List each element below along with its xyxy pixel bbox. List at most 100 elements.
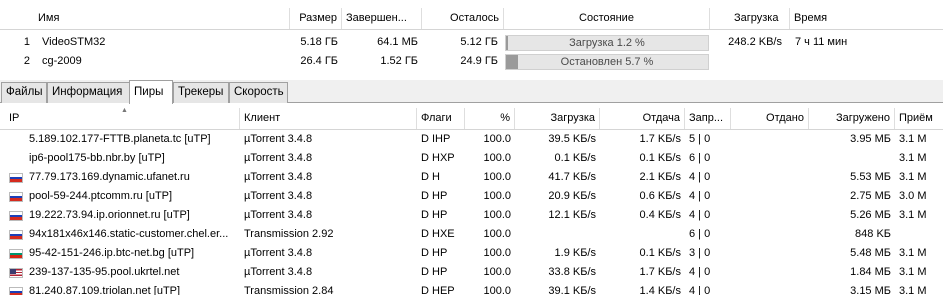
torrent-list-header: Имя Размер Завершен... Осталось Состояни… xyxy=(0,8,943,30)
peer-sent xyxy=(731,168,809,187)
peer-flags: D HP xyxy=(421,209,448,221)
country-flag-ru-icon xyxy=(9,173,23,183)
col-header-ip[interactable]: ▲ IP xyxy=(5,108,240,129)
peer-row[interactable]: 19.222.73.94.ip.orionnet.ru [uTP] µTorren… xyxy=(0,206,943,225)
peer-received: 1.84 МБ xyxy=(850,266,891,278)
torrent-size: 26.4 ГБ xyxy=(300,55,338,67)
peer-flags: D IHP xyxy=(421,133,451,145)
peer-sent xyxy=(731,149,809,168)
tab-peers[interactable]: Пиры xyxy=(129,80,173,104)
peer-requests: 6 | 0 xyxy=(689,228,711,240)
tab-files[interactable]: Файлы xyxy=(1,82,47,103)
peer-received: 5.26 МБ xyxy=(850,209,891,221)
progress-fill xyxy=(506,55,518,69)
peer-received xyxy=(809,149,895,168)
torrent-row[interactable]: 1 VideoSTM32 5.18 ГБ 64.1 МБ 5.12 ГБ Заг… xyxy=(0,33,943,51)
torrent-row[interactable]: 2 cg-2009 26.4 ГБ 1.52 ГБ 24.9 ГБ Остано… xyxy=(0,52,943,70)
col-header-time[interactable]: Время xyxy=(790,8,943,29)
peer-client: Transmission 2.84 xyxy=(244,285,334,295)
peer-download: 33.8 KБ/s xyxy=(548,266,596,278)
sort-ascending-icon: ▲ xyxy=(121,108,128,114)
col-header-sent[interactable]: Отдано xyxy=(731,108,809,129)
peer-rate xyxy=(895,225,943,244)
tab-info[interactable]: Информация xyxy=(47,82,130,103)
torrent-number: 1 xyxy=(23,36,30,48)
col-header-name[interactable]: Имя xyxy=(34,8,290,29)
col-header-requests[interactable]: Запр... xyxy=(685,108,731,129)
peer-row[interactable]: 94x181x46x146.static-customer.chel.er...… xyxy=(0,225,943,244)
peer-percent: 100.0 xyxy=(483,228,511,240)
peer-upload: 2.1 KБ/s xyxy=(639,171,681,183)
peer-percent: 100.0 xyxy=(483,209,511,221)
col-header-rate[interactable]: Приём xyxy=(895,108,943,129)
peer-flags: D HXE xyxy=(421,228,455,240)
peer-ip: 5.189.102.177-FTTB.planeta.tc [uTP] xyxy=(29,133,211,145)
peer-upload: 1.4 KБ/s xyxy=(639,285,681,295)
peer-download: 0.1 KБ/s xyxy=(554,152,596,164)
peer-upload: 0.1 KБ/s xyxy=(639,247,681,259)
peer-client: µTorrent 3.4.8 xyxy=(244,171,313,183)
peer-row[interactable]: ip6-pool175-bb.nbr.by [uTP] µTorrent 3.4.… xyxy=(0,149,943,168)
peer-client: µTorrent 3.4.8 xyxy=(244,133,313,145)
peer-download: 20.9 KБ/s xyxy=(548,190,596,202)
peers-table-header: ▲ IP Клиент Флаги % Загрузка Отдача Запр… xyxy=(0,108,943,130)
col-header-size[interactable]: Размер xyxy=(290,8,342,29)
peer-ip: 19.222.73.94.ip.orionnet.ru [uTP] xyxy=(29,209,190,221)
col-header-status[interactable]: Состояние xyxy=(504,8,710,29)
peer-rate: 3.1 M xyxy=(899,266,927,278)
peer-ip: 94x181x46x146.static-customer.chel.er... xyxy=(29,228,229,240)
peer-client: µTorrent 3.4.8 xyxy=(244,152,313,164)
col-header-peer-upload[interactable]: Отдача xyxy=(600,108,685,129)
peer-requests: 4 | 0 xyxy=(689,171,711,183)
peer-percent: 100.0 xyxy=(483,190,511,202)
torrent-name: VideoSTM32 xyxy=(42,36,106,48)
col-header-remaining[interactable]: Осталось xyxy=(422,8,504,29)
peer-received: 3.95 МБ xyxy=(850,133,891,145)
torrent-time: 7 ч 11 мин xyxy=(795,36,848,48)
tab-trackers[interactable]: Трекеры xyxy=(173,82,229,103)
torrent-progress-bar: Остановлен 5.7 % xyxy=(505,54,709,70)
peer-requests: 6 | 0 xyxy=(689,152,711,164)
peer-percent: 100.0 xyxy=(483,152,511,164)
peer-requests: 4 | 0 xyxy=(689,209,711,221)
torrent-progress-bar: Загрузка 1.2 % xyxy=(505,35,709,51)
col-header-client[interactable]: Клиент xyxy=(240,108,417,129)
col-header-done[interactable]: Завершен... xyxy=(342,8,422,29)
col-header-flags[interactable]: Флаги xyxy=(417,108,465,129)
torrent-number: 2 xyxy=(23,55,30,67)
peer-flags: D HP xyxy=(421,266,448,278)
country-flag-bg-icon xyxy=(9,249,23,259)
peer-row[interactable]: 5.189.102.177-FTTB.planeta.tc [uTP] µTorr… xyxy=(0,130,943,149)
peer-row[interactable]: 81.240.87.109.triolan.net [uTP] Transmiss… xyxy=(0,282,943,295)
country-flag-us-icon xyxy=(9,268,23,278)
col-header-received[interactable]: Загружено xyxy=(809,108,895,129)
peer-rate: 3.1 M xyxy=(899,133,927,145)
peer-sent xyxy=(731,263,809,282)
peer-ip: 239-137-135-95.pool.ukrtel.net xyxy=(29,266,180,278)
peer-download: 1.9 KБ/s xyxy=(554,247,596,259)
col-header-percent[interactable]: % xyxy=(465,108,515,129)
peer-row[interactable]: 77.79.173.169.dynamic.ufanet.ru µTorrent … xyxy=(0,168,943,187)
torrent-done: 1.52 ГБ xyxy=(380,55,418,67)
peer-client: µTorrent 3.4.8 xyxy=(244,190,313,202)
country-flag-ru-icon xyxy=(9,211,23,221)
detail-tab-strip: Файлы Информация Пиры Трекеры Скорость xyxy=(0,80,943,104)
peer-ip: 95-42-151-246.ip.btc-net.bg [uTP] xyxy=(29,247,195,259)
peer-upload: 1.7 KБ/s xyxy=(639,266,681,278)
peer-rate: 3.1 M xyxy=(899,209,927,221)
col-header-peer-download[interactable]: Загрузка xyxy=(515,108,600,129)
peer-upload: 0.1 KБ/s xyxy=(639,152,681,164)
peer-row[interactable]: 95-42-151-246.ip.btc-net.bg [uTP] µTorren… xyxy=(0,244,943,263)
peer-ip: 77.79.173.169.dynamic.ufanet.ru xyxy=(29,171,190,183)
peer-flags: D HP xyxy=(421,247,448,259)
torrent-done: 64.1 МБ xyxy=(377,36,418,48)
peer-requests: 3 | 0 xyxy=(689,247,711,259)
tab-speed[interactable]: Скорость xyxy=(229,82,288,103)
peer-ip: pool-59-244.ptcomm.ru [uTP] xyxy=(29,190,173,202)
peer-sent xyxy=(731,187,809,206)
col-header-download[interactable]: Загрузка xyxy=(730,8,790,29)
peer-row[interactable]: 239-137-135-95.pool.ukrtel.net µTorrent 3… xyxy=(0,263,943,282)
torrent-download-speed: 248.2 KB/s xyxy=(728,36,782,48)
torrent-size: 5.18 ГБ xyxy=(300,36,338,48)
peer-row[interactable]: pool-59-244.ptcomm.ru [uTP] µTorrent 3.4.… xyxy=(0,187,943,206)
